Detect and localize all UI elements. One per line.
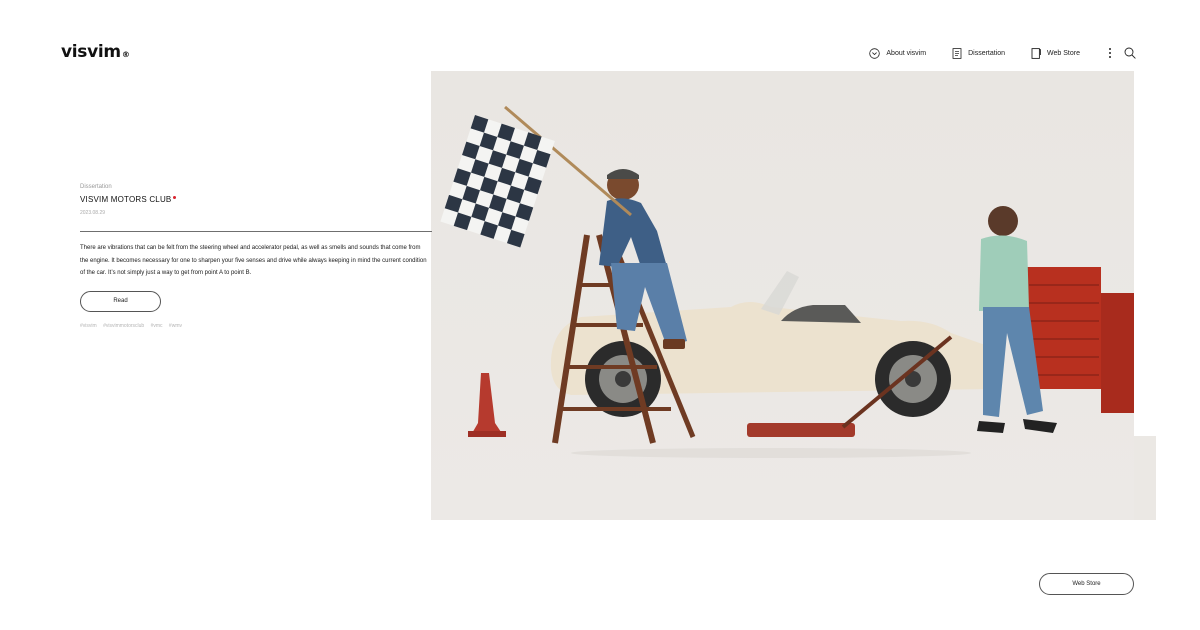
- tag-link[interactable]: #wmv: [169, 323, 182, 329]
- hero-photo-illustration: [431, 71, 1134, 520]
- nav-item-webstore[interactable]: Web Store: [1031, 47, 1080, 59]
- nav-item-about[interactable]: About visvim: [869, 47, 927, 59]
- nav-item-dissertation-label: Dissertation: [968, 49, 1006, 57]
- bookmark-icon: [1031, 47, 1041, 59]
- article-title-text: VISVIM MOTORS CLUB: [80, 195, 172, 204]
- web-store-button[interactable]: Web Store: [1039, 573, 1134, 595]
- article-category[interactable]: Dissertation: [80, 184, 432, 190]
- top-nav: About visvim Dissertation Web Store: [843, 47, 1136, 59]
- nav-item-dissertation[interactable]: Dissertation: [952, 47, 1006, 59]
- search-icon[interactable]: [1124, 47, 1136, 59]
- article-date: 2023.08.29: [80, 210, 106, 216]
- tag-link[interactable]: #visvimmotorsclub: [103, 323, 144, 329]
- new-indicator-dot: [173, 196, 177, 199]
- article-divider: [80, 231, 432, 232]
- article-card: Dissertation VISVIM MOTORS CLUB 2023.08.…: [80, 184, 432, 329]
- nav-item-about-label: About visvim: [886, 49, 927, 57]
- article-title[interactable]: VISVIM MOTORS CLUB: [80, 195, 432, 204]
- brand-logo[interactable]: visvim®: [61, 42, 130, 62]
- article-excerpt: There are vibrations that can be felt fr…: [80, 245, 427, 276]
- chevron-down-circle-icon: [869, 47, 881, 59]
- kebab-menu-icon[interactable]: [1108, 47, 1112, 59]
- registered-mark: ®: [121, 50, 130, 59]
- tag-link[interactable]: #visvim: [80, 323, 97, 329]
- hero-photo[interactable]: [431, 71, 1134, 520]
- tag-list: #visvim #visvimmotorsclub #vmc #wmv: [80, 323, 432, 329]
- document-icon: [952, 47, 962, 59]
- brand-name: visvim: [61, 42, 121, 62]
- hero-photo-extension: [1134, 436, 1156, 520]
- tag-link[interactable]: #vmc: [151, 323, 163, 329]
- read-button[interactable]: Read: [80, 290, 161, 312]
- nav-item-webstore-label: Web Store: [1047, 49, 1080, 57]
